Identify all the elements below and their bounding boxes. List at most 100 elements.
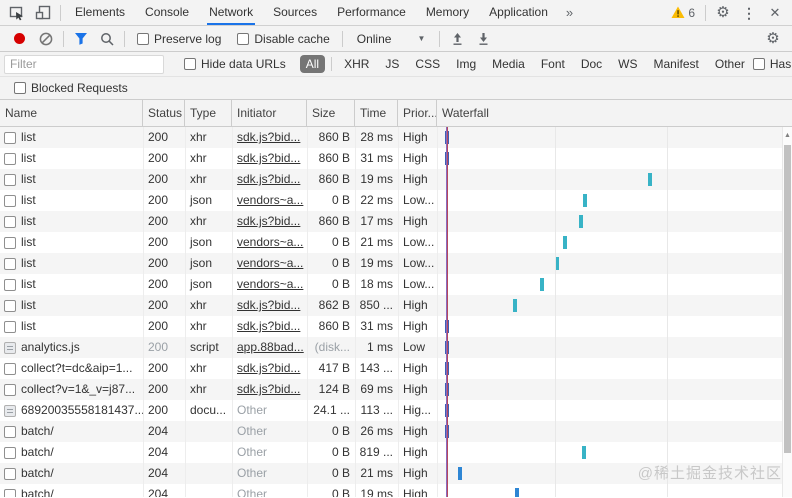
tab-memory[interactable]: Memory (416, 0, 479, 25)
device-toolbar-icon[interactable] (30, 0, 56, 25)
blocked-requests-checkbox[interactable]: Blocked Requests (14, 81, 128, 95)
waterfall-gridline (555, 127, 556, 497)
cell-priority: High (403, 382, 428, 396)
column-header-prior[interactable]: Prior... (398, 100, 437, 126)
tab-sources[interactable]: Sources (263, 0, 327, 25)
initiator-link[interactable]: sdk.js?bid... (237, 172, 300, 186)
warnings-badge[interactable]: 6 (665, 6, 701, 20)
network-settings-gear-icon[interactable]: ⚙ (760, 26, 786, 51)
disable-cache-checkbox[interactable]: Disable cache (237, 32, 330, 46)
table-row[interactable]: list 200 json vendors~a... 0 B 19 ms Low… (0, 253, 792, 274)
file-icon (4, 278, 16, 291)
file-icon (4, 320, 16, 333)
waterfall-bar (648, 173, 652, 186)
throttling-dropdown[interactable]: Online ▼ (357, 32, 426, 46)
column-header-time[interactable]: Time (355, 100, 398, 126)
initiator-link[interactable]: sdk.js?bid... (237, 298, 300, 312)
column-header-status[interactable]: Status (143, 100, 185, 126)
initiator-link[interactable]: vendors~a... (237, 193, 303, 207)
vertical-scrollbar[interactable]: ▲ (782, 127, 792, 497)
table-row[interactable]: list 200 json vendors~a... 0 B 18 ms Low… (0, 274, 792, 295)
has-blocked-cookies-checkbox[interactable]: Has blocked cookies (752, 57, 792, 71)
table-row[interactable]: analytics.js 200 script app.88bad... (di… (0, 337, 792, 358)
filter-funnel-icon[interactable] (68, 26, 94, 51)
filter-pill-ws[interactable]: WS (612, 55, 643, 73)
kebab-menu-icon[interactable]: ⋮ (736, 0, 762, 25)
initiator-link[interactable]: sdk.js?bid... (237, 319, 300, 333)
inspect-element-icon[interactable] (4, 0, 30, 25)
tab-performance[interactable]: Performance (327, 0, 416, 25)
initiator-link[interactable]: vendors~a... (237, 277, 303, 291)
table-row[interactable]: list 200 xhr sdk.js?bid... 860 B 17 ms H… (0, 211, 792, 232)
tab-network[interactable]: Network (199, 0, 263, 25)
cell-status: 200 (148, 130, 169, 144)
column-header-size[interactable]: Size (307, 100, 355, 126)
search-icon[interactable] (94, 26, 120, 51)
more-tabs-chevron-icon[interactable]: » (558, 5, 581, 20)
column-header-name[interactable]: Name (0, 100, 143, 126)
divider (705, 4, 706, 21)
tab-elements[interactable]: Elements (65, 0, 135, 25)
table-row[interactable]: list 200 xhr sdk.js?bid... 860 B 28 ms H… (0, 127, 792, 148)
table-row[interactable]: batch/ 204 Other 0 B 19 ms High (0, 484, 792, 497)
table-row[interactable]: list 200 json vendors~a... 0 B 22 ms Low… (0, 190, 792, 211)
filter-pill-doc[interactable]: Doc (575, 55, 608, 73)
initiator-link[interactable]: sdk.js?bid... (237, 130, 300, 144)
table-row[interactable]: collect?t=dc&aip=1... 200 xhr sdk.js?bid… (0, 358, 792, 379)
filter-pill-img[interactable]: Img (450, 55, 482, 73)
table-row[interactable]: batch/ 204 Other 0 B 819 ... High (0, 442, 792, 463)
initiator-link[interactable]: sdk.js?bid... (237, 151, 300, 165)
column-header-waterfall[interactable]: Waterfall (437, 100, 792, 126)
has-blocked-cookies-label: Has blocked cookies (769, 57, 792, 71)
filter-pill-other[interactable]: Other (709, 55, 751, 73)
filter-input[interactable] (4, 54, 164, 74)
filter-pill-css[interactable]: CSS (409, 55, 446, 73)
cell-waterfall (437, 211, 792, 232)
table-row[interactable]: batch/ 204 Other 0 B 26 ms High (0, 421, 792, 442)
file-icon (4, 215, 16, 228)
settings-gear-icon[interactable]: ⚙ (710, 0, 736, 25)
filter-pill-js[interactable]: JS (379, 55, 405, 73)
table-row[interactable]: collect?v=1&_v=j87... 200 xhr sdk.js?bid… (0, 379, 792, 400)
import-har-icon[interactable] (444, 26, 470, 51)
file-icon (4, 131, 16, 144)
cell-time: 26 ms (360, 424, 393, 438)
file-icon (4, 362, 16, 375)
initiator-link[interactable]: sdk.js?bid... (237, 361, 300, 375)
table-row[interactable]: batch/ 204 Other 0 B 21 ms High (0, 463, 792, 484)
cell-name: collect?t=dc&aip=1... (0, 358, 143, 379)
table-row[interactable]: list 200 xhr sdk.js?bid... 862 B 850 ...… (0, 295, 792, 316)
table-row[interactable]: 68920035558181437... 200 docu... Other 2… (0, 400, 792, 421)
filter-pill-manifest[interactable]: Manifest (648, 55, 705, 73)
filter-pill-all[interactable]: All (299, 55, 326, 73)
export-har-icon[interactable] (470, 26, 496, 51)
scrollbar-up-arrow-icon[interactable]: ▲ (783, 127, 792, 139)
filter-pill-media[interactable]: Media (486, 55, 531, 73)
initiator-link[interactable]: sdk.js?bid... (237, 382, 300, 396)
hide-data-urls-checkbox[interactable]: Hide data URLs (184, 57, 286, 71)
initiator-link[interactable]: vendors~a... (237, 256, 303, 270)
blocked-requests-bar: Blocked Requests (0, 77, 792, 100)
table-row[interactable]: list 200 xhr sdk.js?bid... 860 B 31 ms H… (0, 316, 792, 337)
filter-pill-xhr[interactable]: XHR (338, 55, 375, 73)
cell-priority: High (403, 445, 428, 459)
column-header-initiator[interactable]: Initiator (232, 100, 307, 126)
initiator-link[interactable]: vendors~a... (237, 235, 303, 249)
cell-size: (disk... (314, 340, 350, 354)
cell-size: 417 B (318, 361, 350, 375)
filter-pill-font[interactable]: Font (535, 55, 571, 73)
table-row[interactable]: list 200 xhr sdk.js?bid... 860 B 31 ms H… (0, 148, 792, 169)
initiator-link[interactable]: sdk.js?bid... (237, 214, 300, 228)
close-icon[interactable]: ✕ (762, 0, 788, 25)
column-header-type[interactable]: Type (185, 100, 232, 126)
table-row[interactable]: list 200 json vendors~a... 0 B 21 ms Low… (0, 232, 792, 253)
table-row[interactable]: list 200 xhr sdk.js?bid... 860 B 19 ms H… (0, 169, 792, 190)
initiator-link[interactable]: app.88bad... (237, 340, 304, 354)
tab-application[interactable]: Application (479, 0, 558, 25)
preserve-log-checkbox[interactable]: Preserve log (137, 32, 221, 46)
record-network-log-button[interactable] (14, 33, 25, 44)
clear-icon[interactable] (33, 26, 59, 51)
cell-priority: High (403, 130, 428, 144)
tab-console[interactable]: Console (135, 0, 199, 25)
scrollbar-thumb[interactable] (784, 145, 791, 453)
